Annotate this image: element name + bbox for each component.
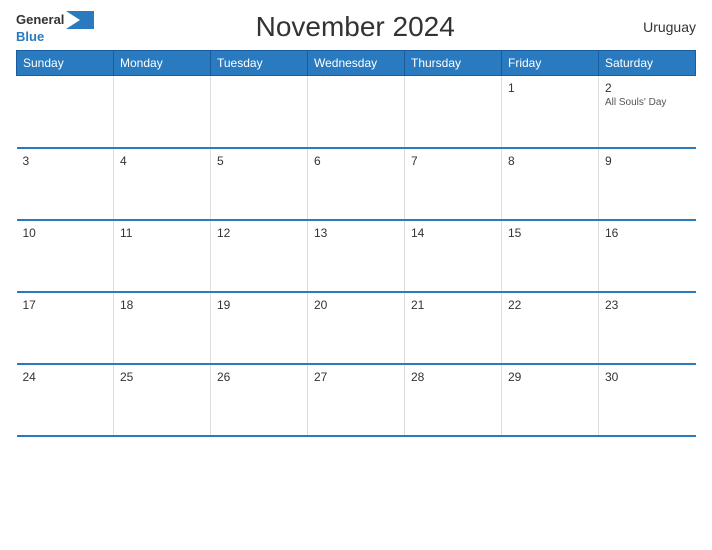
calendar-cell: 28 bbox=[405, 364, 502, 436]
weekday-header-thursday: Thursday bbox=[405, 51, 502, 76]
day-number: 13 bbox=[314, 226, 398, 240]
calendar-cell bbox=[17, 76, 114, 148]
calendar-cell: 10 bbox=[17, 220, 114, 292]
calendar-cell: 26 bbox=[211, 364, 308, 436]
weekday-header-sunday: Sunday bbox=[17, 51, 114, 76]
calendar-body: 12All Souls' Day345678910111213141516171… bbox=[17, 76, 696, 436]
calendar-cell: 14 bbox=[405, 220, 502, 292]
day-number: 8 bbox=[508, 154, 592, 168]
calendar-week-row: 3456789 bbox=[17, 148, 696, 220]
day-number: 28 bbox=[411, 370, 495, 384]
logo: General Blue bbox=[16, 10, 94, 44]
day-number: 30 bbox=[605, 370, 690, 384]
weekday-header-row: SundayMondayTuesdayWednesdayThursdayFrid… bbox=[17, 51, 696, 76]
day-number: 19 bbox=[217, 298, 301, 312]
calendar-cell: 8 bbox=[502, 148, 599, 220]
country-name: Uruguay bbox=[616, 19, 696, 35]
day-number: 18 bbox=[120, 298, 204, 312]
calendar-cell: 6 bbox=[308, 148, 405, 220]
calendar-cell: 27 bbox=[308, 364, 405, 436]
calendar-cell: 11 bbox=[114, 220, 211, 292]
calendar-cell bbox=[211, 76, 308, 148]
calendar-cell: 13 bbox=[308, 220, 405, 292]
calendar-cell: 12 bbox=[211, 220, 308, 292]
calendar-cell: 17 bbox=[17, 292, 114, 364]
calendar-cell bbox=[114, 76, 211, 148]
calendar-cell: 22 bbox=[502, 292, 599, 364]
day-number: 21 bbox=[411, 298, 495, 312]
calendar-week-row: 24 25 26 27 28 29 30 bbox=[17, 364, 696, 436]
weekday-header-wednesday: Wednesday bbox=[308, 51, 405, 76]
calendar-cell bbox=[308, 76, 405, 148]
calendar-header-row: SundayMondayTuesdayWednesdayThursdayFrid… bbox=[17, 51, 696, 76]
day-number: 4 bbox=[120, 154, 204, 168]
calendar-cell: 9 bbox=[599, 148, 696, 220]
day-number: 10 bbox=[23, 226, 108, 240]
calendar-cell: 30 bbox=[599, 364, 696, 436]
day-number: 9 bbox=[605, 154, 690, 168]
day-number: 27 bbox=[314, 370, 398, 384]
calendar-cell bbox=[405, 76, 502, 148]
calendar-cell: 3 bbox=[17, 148, 114, 220]
logo-blue-text: Blue bbox=[16, 29, 44, 44]
day-number: 6 bbox=[314, 154, 398, 168]
day-number: 20 bbox=[314, 298, 398, 312]
day-number: 24 bbox=[23, 370, 108, 384]
day-number: 23 bbox=[605, 298, 690, 312]
day-number: 1 bbox=[508, 81, 592, 95]
calendar-week-row: 17 18 19 20 21 22 23 bbox=[17, 292, 696, 364]
calendar-cell: 16 bbox=[599, 220, 696, 292]
calendar-cell: 15 bbox=[502, 220, 599, 292]
calendar-table: SundayMondayTuesdayWednesdayThursdayFrid… bbox=[16, 50, 696, 437]
calendar-cell: 18 bbox=[114, 292, 211, 364]
calendar-cell: 29 bbox=[502, 364, 599, 436]
day-number: 14 bbox=[411, 226, 495, 240]
day-number: 7 bbox=[411, 154, 495, 168]
day-number: 22 bbox=[508, 298, 592, 312]
day-number: 15 bbox=[508, 226, 592, 240]
calendar-cell: 25 bbox=[114, 364, 211, 436]
day-number: 2 bbox=[605, 81, 690, 95]
calendar-cell: 24 bbox=[17, 364, 114, 436]
calendar-page: General Blue November 2024 Uruguay Sunda… bbox=[0, 0, 712, 550]
calendar-cell: 7 bbox=[405, 148, 502, 220]
calendar-cell: 2 All Souls' Day bbox=[599, 76, 696, 148]
calendar-cell: 20 bbox=[308, 292, 405, 364]
weekday-header-tuesday: Tuesday bbox=[211, 51, 308, 76]
day-number: 5 bbox=[217, 154, 301, 168]
weekday-header-monday: Monday bbox=[114, 51, 211, 76]
logo-general-text: General bbox=[16, 12, 64, 27]
day-number: 17 bbox=[23, 298, 108, 312]
calendar-header: General Blue November 2024 Uruguay bbox=[16, 10, 696, 44]
logo-flag-icon bbox=[66, 11, 94, 29]
calendar-cell: 1 bbox=[502, 76, 599, 148]
calendar-cell: 23 bbox=[599, 292, 696, 364]
day-number: 16 bbox=[605, 226, 690, 240]
day-number: 25 bbox=[120, 370, 204, 384]
weekday-header-saturday: Saturday bbox=[599, 51, 696, 76]
day-number: 3 bbox=[23, 154, 108, 168]
calendar-cell: 4 bbox=[114, 148, 211, 220]
event-text: All Souls' Day bbox=[605, 97, 690, 108]
calendar-cell: 21 bbox=[405, 292, 502, 364]
day-number: 12 bbox=[217, 226, 301, 240]
weekday-header-friday: Friday bbox=[502, 51, 599, 76]
calendar-week-row: 12 All Souls' Day bbox=[17, 76, 696, 148]
day-number: 11 bbox=[120, 226, 204, 240]
day-number: 29 bbox=[508, 370, 592, 384]
calendar-title: November 2024 bbox=[94, 11, 616, 43]
calendar-cell: 19 bbox=[211, 292, 308, 364]
day-number: 26 bbox=[217, 370, 301, 384]
calendar-cell: 5 bbox=[211, 148, 308, 220]
calendar-week-row: 10 11 12 13 14 15 16 bbox=[17, 220, 696, 292]
